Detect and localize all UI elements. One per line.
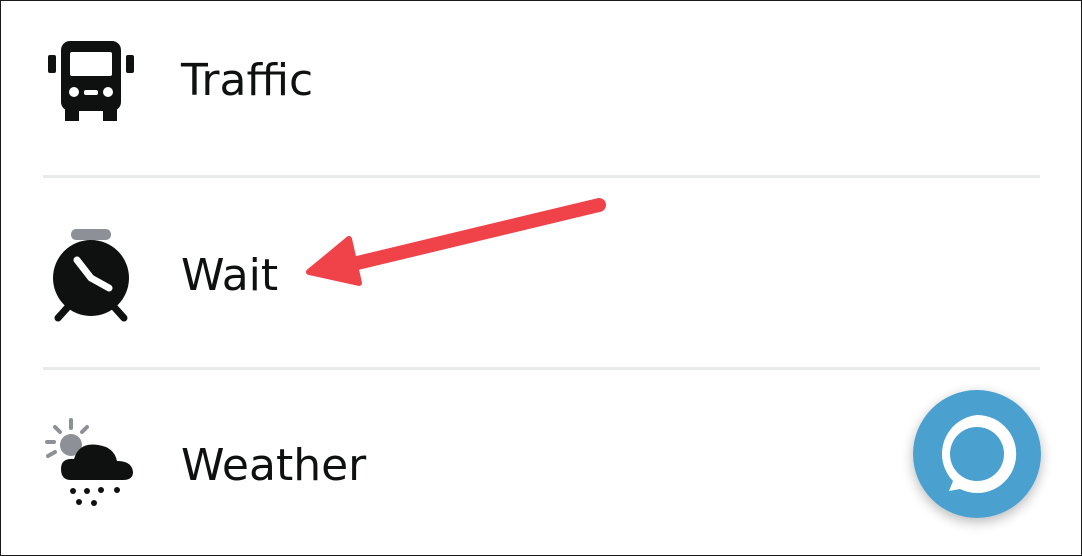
list-divider — [43, 367, 1040, 370]
alarm-clock-icon — [41, 226, 141, 326]
list-item-label: Weather — [181, 440, 367, 491]
weather-cloud-icon — [41, 418, 141, 518]
list-item-label: Traffic — [181, 55, 314, 106]
screenshot-frame: Traffic Wait Weather — [0, 0, 1082, 556]
list-item-traffic[interactable]: Traffic — [1, 21, 1081, 141]
alexa-voice-button[interactable] — [913, 390, 1041, 518]
alexa-ring-icon — [913, 390, 1041, 518]
list-item-label: Wait — [181, 250, 279, 301]
list-item-wait[interactable]: Wait — [1, 216, 1081, 336]
list-divider — [43, 175, 1040, 178]
bus-icon — [41, 21, 141, 125]
